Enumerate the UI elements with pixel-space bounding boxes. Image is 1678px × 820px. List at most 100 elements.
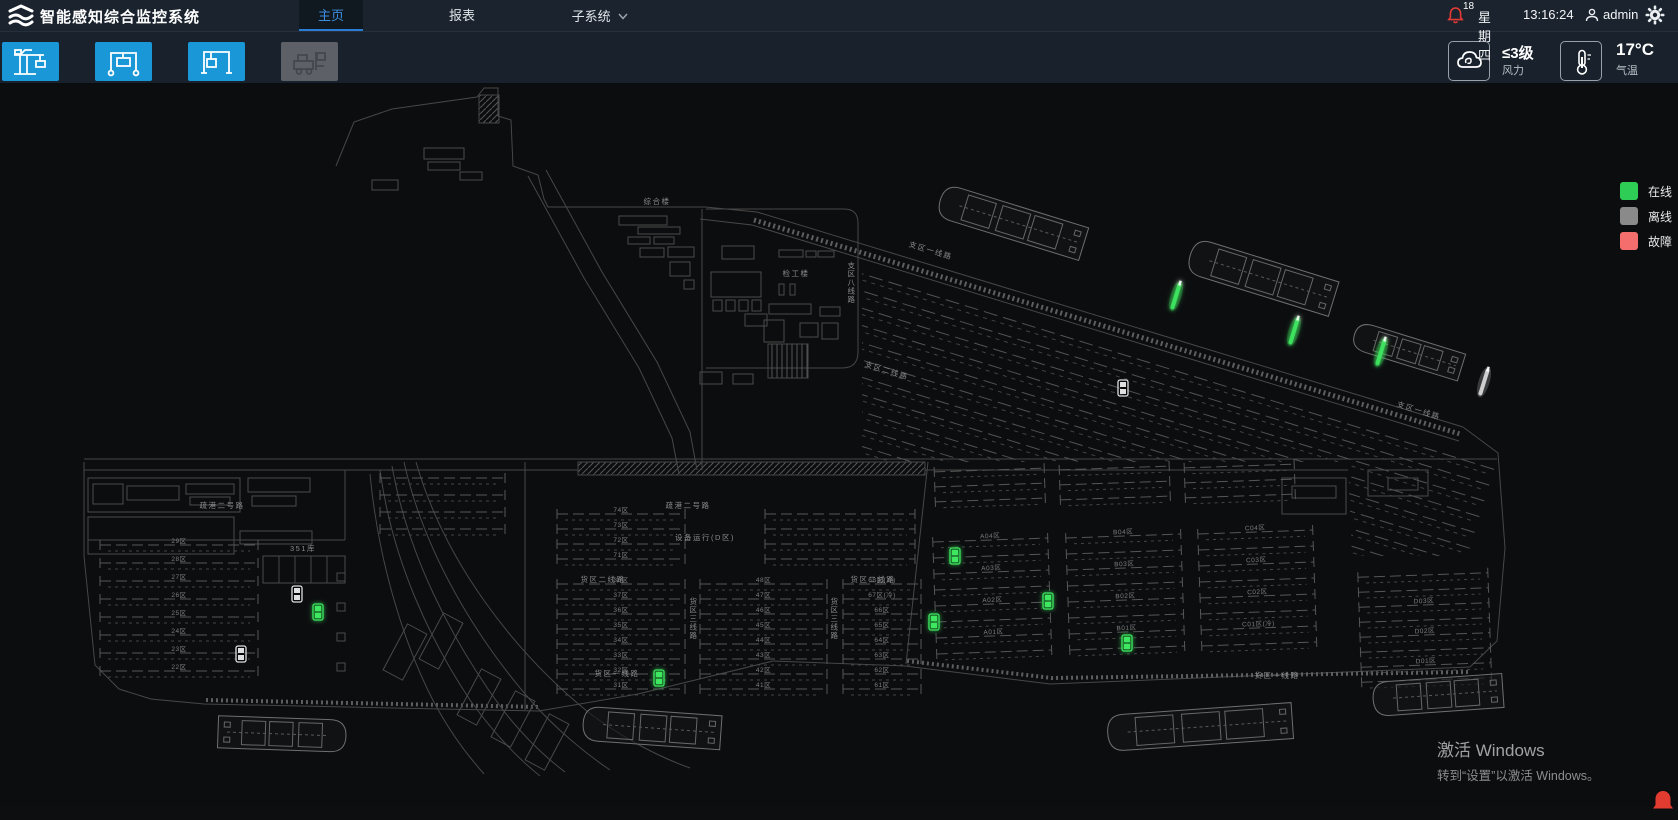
svg-text:22区: 22区 — [171, 663, 186, 671]
svg-text:71区: 71区 — [613, 551, 628, 559]
crane-marker[interactable] — [1166, 279, 1186, 313]
svg-text:37区: 37区 — [613, 591, 628, 599]
forklift-button — [281, 42, 338, 81]
offline-swatch — [1620, 207, 1638, 225]
svg-text:23区: 23区 — [171, 645, 186, 653]
svg-text:A02区: A02区 — [982, 596, 1002, 605]
ship — [1106, 703, 1293, 752]
app-title: 智能感知综合监控系统 — [40, 6, 200, 27]
svg-text:67区(冷): 67区(冷) — [868, 590, 896, 599]
svg-text:C03区: C03区 — [1246, 556, 1267, 565]
svg-text:26区: 26区 — [171, 591, 186, 599]
truck-marker[interactable] — [950, 548, 960, 564]
svg-text:27区: 27区 — [171, 573, 186, 581]
ship — [217, 716, 346, 752]
ship — [935, 184, 1088, 261]
area-label: 支区一线路 — [908, 239, 954, 262]
truck-marker[interactable] — [929, 614, 939, 630]
rail-sheds — [383, 613, 569, 770]
truck-marker[interactable] — [1118, 380, 1128, 396]
svg-text:C02区: C02区 — [1247, 588, 1268, 597]
yard-block — [380, 473, 505, 535]
area-label: 货区三线路 — [831, 596, 840, 640]
svg-text:72区: 72区 — [613, 536, 628, 544]
truck-marker[interactable] — [236, 646, 246, 662]
crane-marker[interactable] — [1284, 314, 1304, 348]
area-label: 疏港二号路 — [200, 500, 245, 510]
svg-text:65区: 65区 — [874, 621, 889, 629]
yard-block — [1184, 459, 1295, 504]
wind-value: ≤3级 — [1502, 42, 1534, 63]
yard-block: D03区D02区D01区 — [1358, 568, 1492, 688]
status-legend: 在线 离线 故障 — [1620, 182, 1672, 257]
svg-text:D02区: D02区 — [1415, 627, 1436, 636]
rmg-crane-button[interactable] — [188, 42, 245, 81]
area-label: 货区一线路 — [1255, 670, 1300, 680]
legend-item-online: 在线 — [1620, 182, 1672, 200]
settings-gear-icon[interactable] — [1645, 5, 1665, 25]
tab-home-label: 主页 — [318, 8, 344, 23]
temperature-icon-box — [1560, 41, 1602, 81]
svg-text:46区: 46区 — [756, 606, 771, 614]
area-label: 检工楼 — [783, 268, 810, 278]
svg-text:B02区: B02区 — [1115, 592, 1135, 601]
equipment-toolbar: ≤3级 风力 17°C 气温 — [0, 31, 1678, 84]
svg-text:D03区: D03区 — [1413, 597, 1434, 606]
user-icon — [1584, 7, 1600, 23]
svg-text:62区: 62区 — [874, 666, 889, 674]
svg-text:48区: 48区 — [756, 576, 771, 584]
quay-crane-button[interactable] — [2, 42, 59, 81]
svg-text:34区: 34区 — [613, 636, 628, 644]
svg-text:29区: 29区 — [171, 537, 186, 545]
svg-text:36区: 36区 — [613, 606, 628, 614]
yard-block: C04区C03区C02区C01区(冷) — [1198, 522, 1317, 652]
rtg-crane-button[interactable] — [95, 42, 152, 81]
area-label: 支区二线路 — [864, 359, 910, 382]
tab-subsystems-label: 子系统 — [572, 9, 611, 24]
area-label: 货区一线路 — [595, 668, 640, 678]
yard-block: 74区73区72区71区 — [557, 506, 685, 565]
notification-count-badge: 18 — [1463, 1, 1474, 12]
port-map[interactable]: 29区28区27区26区25区24区23区22区74区73区72区71区38区3… — [0, 84, 1678, 806]
svg-text:73区: 73区 — [613, 521, 628, 529]
svg-text:24区: 24区 — [171, 627, 186, 635]
port-map-canvas[interactable]: 29区28区27区26区25区24区23区22区74区73区72区71区38区3… — [0, 84, 1678, 806]
svg-text:35区: 35区 — [613, 621, 628, 629]
svg-text:B03区: B03区 — [1114, 560, 1134, 569]
tab-reports[interactable]: 报表 — [430, 0, 494, 31]
ship — [1185, 238, 1339, 317]
svg-text:44区: 44区 — [756, 636, 771, 644]
yard-block — [1059, 461, 1170, 506]
truck-marker[interactable] — [292, 586, 302, 602]
equipment-markers — [236, 279, 1494, 686]
weekday-label: 星期四 — [1478, 7, 1491, 64]
svg-text:B04区: B04区 — [1113, 528, 1133, 537]
notification-bell-icon[interactable] — [1447, 6, 1464, 25]
crane-marker[interactable] — [1474, 365, 1494, 399]
truck-marker[interactable] — [654, 670, 664, 686]
area-label: 综合楼 — [644, 196, 671, 206]
yard-block: 29区28区27区26区25区24区23区22区 — [100, 537, 258, 677]
yard-block: 48区47区46区45区44区43区42区41区 — [700, 576, 827, 695]
svg-text:A03区: A03区 — [981, 564, 1001, 573]
thermometer-icon — [1567, 48, 1596, 76]
svg-text:43区: 43区 — [756, 651, 771, 659]
corner-alarm-bell-icon[interactable] — [1650, 789, 1676, 815]
svg-text:28区: 28区 — [171, 555, 186, 563]
svg-text:64区: 64区 — [874, 636, 889, 644]
truck-marker[interactable] — [1122, 635, 1132, 651]
tab-subsystems[interactable]: 子系统 — [560, 0, 640, 31]
yard-blocks: 29区28区27区26区25区24区23区22区74区73区72区71区38区3… — [100, 459, 1492, 695]
legend-item-offline: 离线 — [1620, 207, 1672, 225]
username-label[interactable]: admin — [1603, 7, 1638, 22]
truck-marker[interactable] — [313, 604, 323, 620]
temperature-label: 气温 — [1616, 62, 1638, 78]
area-label: 货区二线路 — [581, 574, 626, 584]
truck-marker[interactable] — [1043, 593, 1053, 609]
clock: 13:16:24 — [1523, 7, 1574, 22]
area-label: 设备运行(D区) — [675, 532, 735, 542]
yard-block: 68区(冷)67区(冷)66区65区64区63区62区61区 — [843, 575, 921, 695]
tab-home[interactable]: 主页 — [299, 0, 363, 31]
fault-swatch — [1620, 232, 1638, 250]
svg-text:33区: 33区 — [613, 651, 628, 659]
